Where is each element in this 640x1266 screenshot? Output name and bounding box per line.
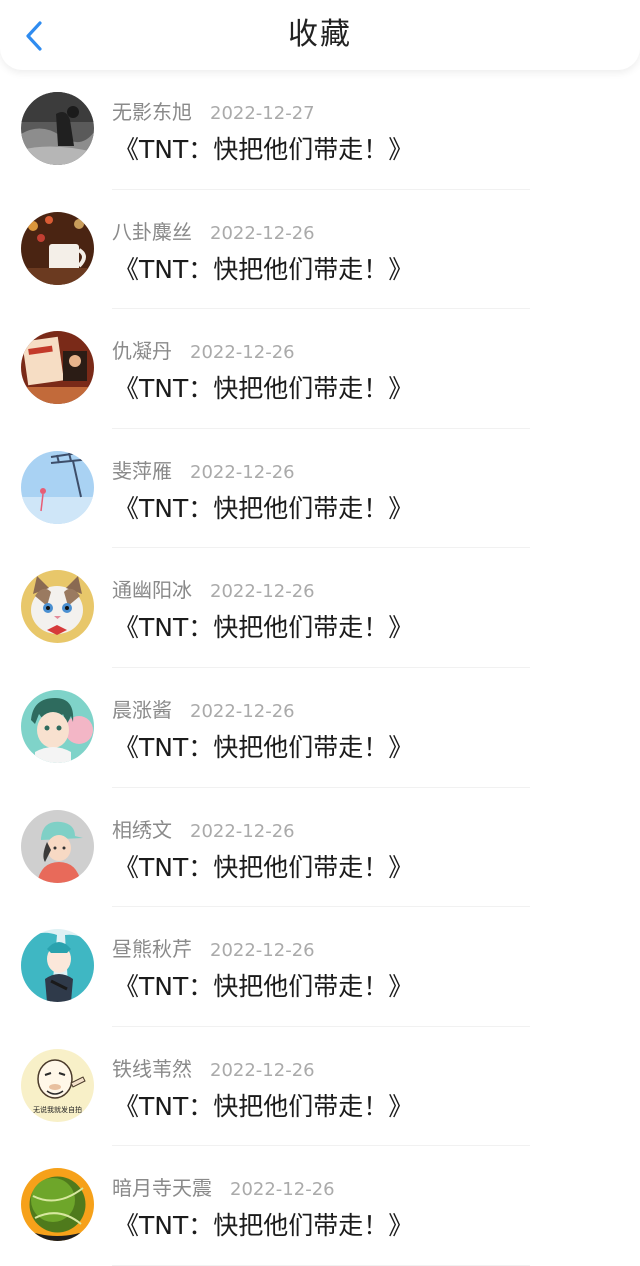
date: 2022-12-26 bbox=[210, 940, 315, 962]
favorite-title[interactable]: 《TNT：快把他们带走！》 bbox=[114, 1206, 413, 1242]
list-item[interactable]: 通幽阳冰 2022-12-26 《TNT：快把他们带走！》 bbox=[0, 548, 640, 668]
avatar[interactable] bbox=[21, 809, 94, 883]
list-item[interactable]: 无影东旭 2022-12-27 《TNT：快把他们带走！》 bbox=[0, 70, 640, 190]
list-item[interactable]: 晨涨酱 2022-12-26 《TNT：快把他们带走！》 bbox=[0, 668, 640, 788]
date: 2022-12-27 bbox=[210, 103, 315, 124]
list-item[interactable]: 斐萍雁 2022-12-26 《TNT：快把他们带走！》 bbox=[0, 429, 640, 549]
favorite-title[interactable]: 《TNT：快把他们带走！》 bbox=[114, 608, 413, 644]
item-meta: 通幽阳冰 2022-12-26 bbox=[112, 574, 315, 603]
favorite-title[interactable]: 《TNT：快把他们带走！》 bbox=[114, 728, 413, 764]
username[interactable]: 通幽阳冰 bbox=[112, 574, 192, 603]
favorite-title[interactable]: 《TNT：快把他们带走！》 bbox=[114, 130, 413, 166]
avatar[interactable] bbox=[21, 1168, 94, 1242]
list-item[interactable]: 仇凝丹 2022-12-26 《TNT：快把他们带走！》 bbox=[0, 309, 640, 429]
list-item[interactable]: 昼熊秋芹 2022-12-26 《TNT：快把他们带走！》 bbox=[0, 907, 640, 1027]
list-item[interactable]: 相绣文 2022-12-26 《TNT：快把他们带走！》 bbox=[0, 788, 640, 908]
avatar[interactable] bbox=[21, 92, 94, 165]
date: 2022-12-26 bbox=[190, 820, 295, 842]
list-item[interactable]: 暗月寺天震 2022-12-26 《TNT：快把他们带走！》 bbox=[0, 1146, 640, 1266]
avatar[interactable] bbox=[21, 211, 94, 285]
item-meta: 晨涨酱 2022-12-26 bbox=[112, 694, 295, 723]
avatar[interactable] bbox=[21, 929, 94, 1003]
favorite-title[interactable]: 《TNT：快把他们带走！》 bbox=[114, 967, 413, 1003]
username[interactable]: 相绣文 bbox=[112, 814, 172, 843]
avatar[interactable] bbox=[21, 331, 94, 405]
username[interactable]: 无影东旭 bbox=[112, 96, 192, 125]
avatar-caption: 无说我就发自拍 bbox=[33, 1105, 82, 1114]
list-item[interactable]: 无说我就发自拍 铁线苇然 2022-12-26 《TNT：快把他们带走！》 bbox=[0, 1027, 640, 1147]
page-title: 收藏 bbox=[288, 17, 352, 52]
avatar[interactable] bbox=[21, 570, 94, 644]
date: 2022-12-26 bbox=[210, 222, 315, 244]
favorite-title[interactable]: 《TNT：快把他们带走！》 bbox=[114, 848, 413, 884]
favorite-title[interactable]: 《TNT：快把他们带走！》 bbox=[114, 369, 413, 405]
username[interactable]: 斐萍雁 bbox=[112, 455, 172, 484]
username[interactable]: 仇凝丹 bbox=[112, 335, 172, 364]
username[interactable]: 八卦麋丝 bbox=[112, 216, 192, 245]
list-item[interactable]: 八卦麋丝 2022-12-26 《TNT：快把他们带走！》 bbox=[0, 190, 640, 310]
item-meta: 无影东旭 2022-12-27 bbox=[112, 96, 315, 125]
avatar[interactable] bbox=[21, 689, 94, 763]
avatar[interactable] bbox=[21, 450, 94, 524]
date: 2022-12-26 bbox=[210, 1059, 315, 1081]
username[interactable]: 暗月寺天震 bbox=[112, 1172, 212, 1201]
date: 2022-12-26 bbox=[190, 342, 295, 364]
date: 2022-12-26 bbox=[190, 700, 295, 722]
item-meta: 仇凝丹 2022-12-26 bbox=[112, 335, 295, 364]
favorite-title[interactable]: 《TNT：快把他们带走！》 bbox=[114, 1087, 413, 1123]
item-meta: 铁线苇然 2022-12-26 bbox=[112, 1053, 315, 1082]
date: 2022-12-26 bbox=[190, 461, 295, 483]
username[interactable]: 昼熊秋芹 bbox=[112, 933, 192, 962]
avatar[interactable]: 无说我就发自拍 bbox=[21, 1048, 94, 1122]
item-meta: 昼熊秋芹 2022-12-26 bbox=[112, 933, 315, 962]
date: 2022-12-26 bbox=[210, 581, 315, 603]
item-meta: 斐萍雁 2022-12-26 bbox=[112, 455, 295, 484]
top-bar: 收藏 bbox=[0, 0, 640, 70]
favorite-title[interactable]: 《TNT：快把他们带走！》 bbox=[114, 489, 413, 525]
username[interactable]: 晨涨酱 bbox=[112, 694, 172, 723]
favorite-title[interactable]: 《TNT：快把他们带走！》 bbox=[114, 250, 413, 286]
item-meta: 相绣文 2022-12-26 bbox=[112, 814, 295, 843]
date: 2022-12-26 bbox=[230, 1179, 335, 1201]
item-meta: 暗月寺天震 2022-12-26 bbox=[112, 1172, 335, 1201]
item-meta: 八卦麋丝 2022-12-26 bbox=[112, 216, 315, 245]
username[interactable]: 铁线苇然 bbox=[112, 1053, 192, 1082]
favorites-list: 无影东旭 2022-12-27 《TNT：快把他们带走！》 八卦麋丝 2022-… bbox=[0, 70, 640, 1266]
